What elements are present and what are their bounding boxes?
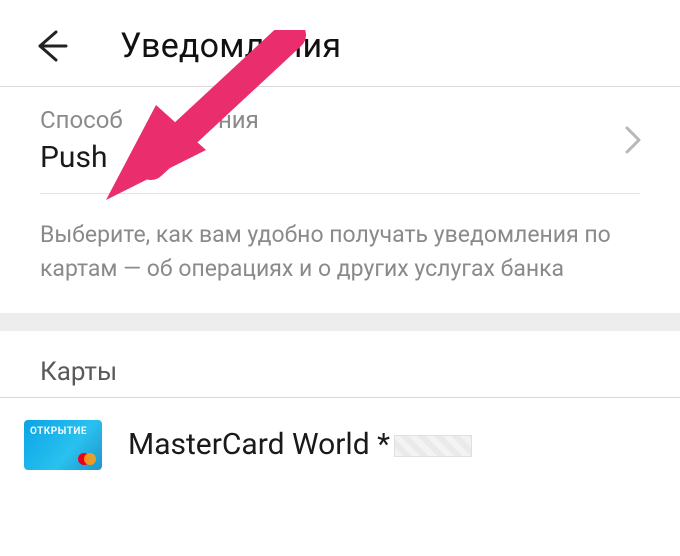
notification-method-row[interactable]: Способ xxxxxxx ния Push <box>0 87 680 193</box>
card-row[interactable]: ОТКРЫТИЕ MasterCard World * <box>0 398 680 492</box>
header: Уведомления <box>0 0 680 86</box>
cards-section-title: Карты <box>0 331 680 397</box>
mastercard-logo-icon <box>78 453 96 465</box>
method-label: Способ xxxxxxx ния <box>40 105 640 136</box>
section-divider <box>0 313 680 331</box>
chevron-right-icon <box>624 125 642 155</box>
method-label-part2: ния <box>218 106 259 134</box>
back-button[interactable] <box>28 24 72 68</box>
method-label-part1: Способ <box>40 106 123 134</box>
card-masked-digits <box>394 435 472 457</box>
notifications-settings-screen: Уведомления Способ xxxxxxx ния Push Выбе… <box>0 0 680 556</box>
method-value: Push <box>40 140 640 175</box>
page-title: Уведомления <box>120 26 341 66</box>
card-thumbnail: ОТКРЫТИЕ <box>24 420 102 470</box>
card-bank-label: ОТКРЫТИЕ <box>30 426 87 437</box>
back-arrow-icon <box>30 26 70 66</box>
card-mask-prefix: * <box>377 427 390 462</box>
card-name: MasterCard World * <box>128 427 472 462</box>
card-name-text: MasterCard World <box>128 427 370 462</box>
help-text: Выберите, как вам удобно получать уведом… <box>0 194 680 313</box>
